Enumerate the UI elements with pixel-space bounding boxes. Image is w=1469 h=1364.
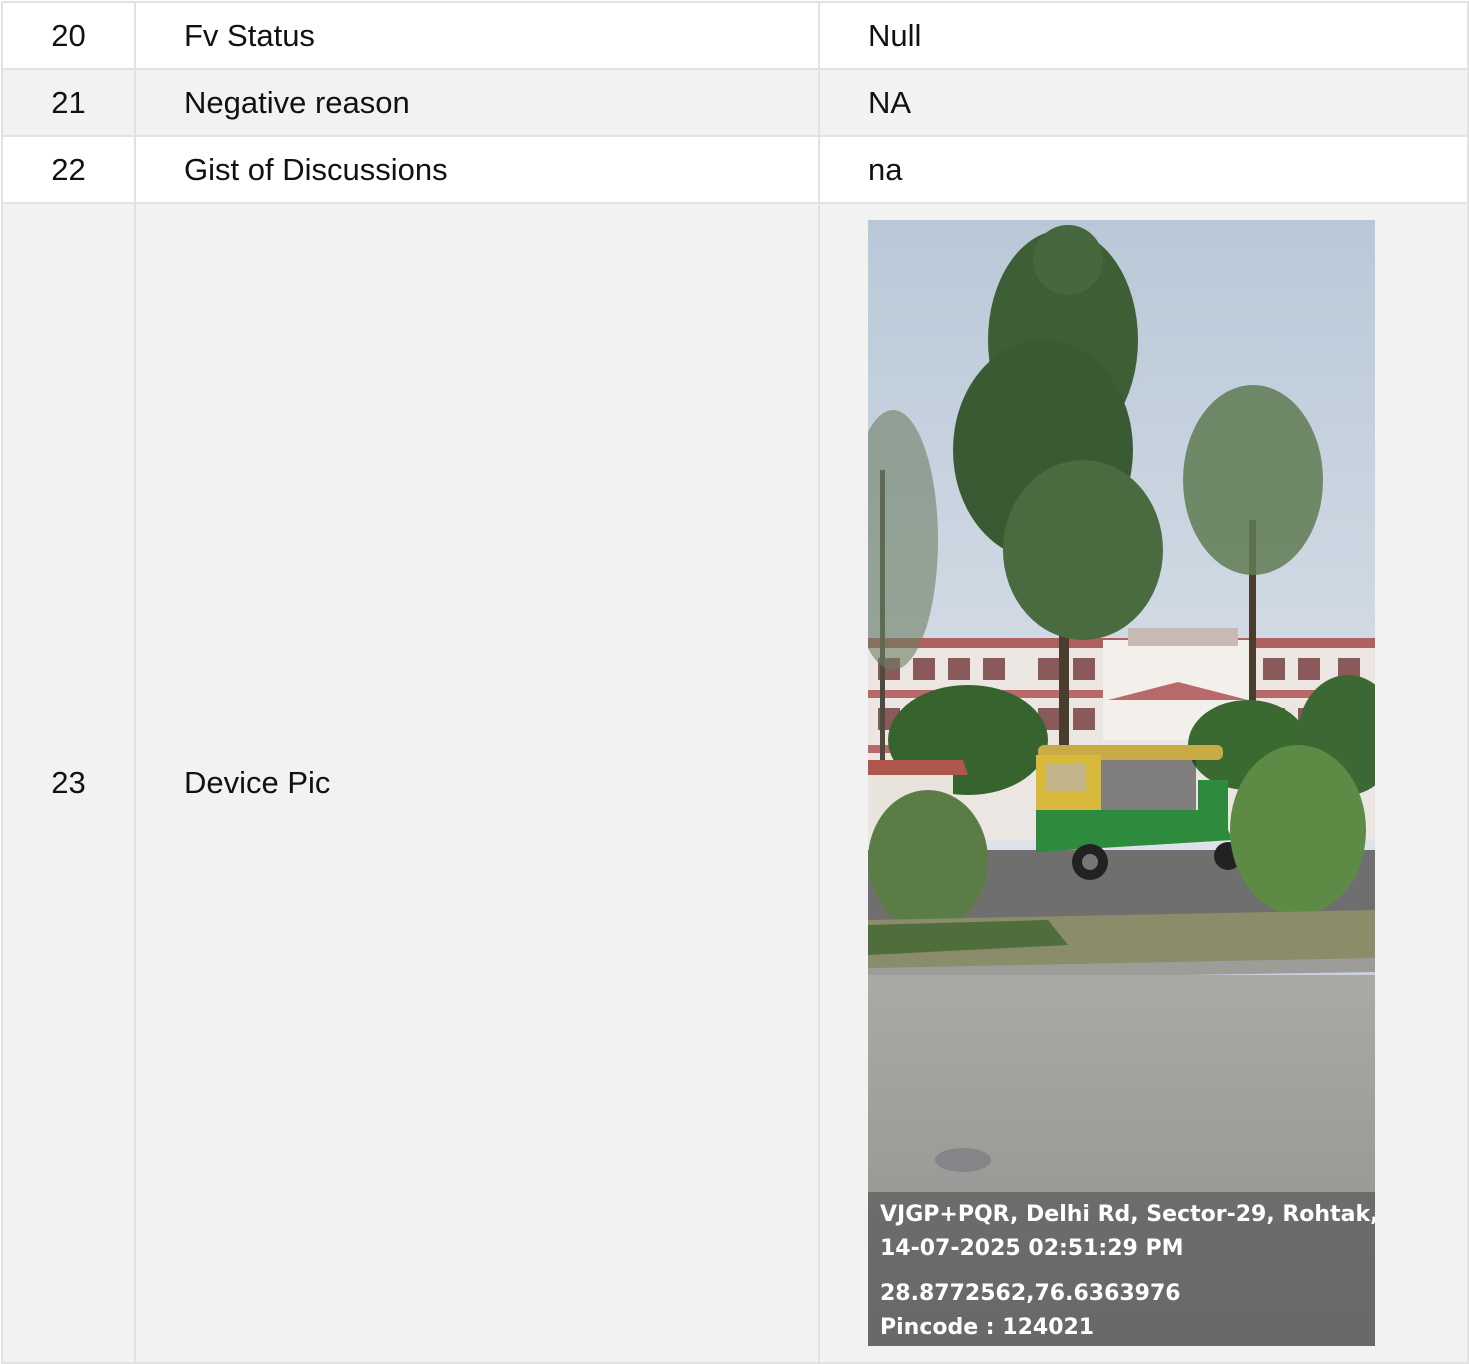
row-value: NA: [818, 68, 1469, 137]
hut-roof: [868, 760, 968, 775]
table-row-device-pic: 23 Device Pic VJGP+PQR, Delhi Rd, Sector…: [1, 202, 1469, 1364]
row-number: 23: [1, 202, 136, 1364]
details-table: 20 Fv Status Null 21 Negative reason NA …: [1, 1, 1469, 1364]
photo-geotag-stamp: VJGP+PQR, Delhi Rd, Sector-29, Rohtak, H…: [868, 1192, 1375, 1346]
table-row: 22 Gist of Discussions na: [1, 135, 1469, 204]
row-value: Null: [818, 1, 1469, 70]
bush: [868, 790, 988, 930]
stamp-pincode: Pincode : 124021: [880, 1315, 1095, 1340]
table-row: 20 Fv Status Null: [1, 1, 1469, 70]
stamp-datetime: 14-07-2025 02:51:29 PM: [880, 1236, 1184, 1261]
row-label: Gist of Discussions: [134, 135, 820, 204]
row-number: 22: [1, 135, 136, 204]
stamp-address: VJGP+PQR, Delhi Rd, Sector-29, Rohtak, H…: [880, 1202, 1375, 1227]
photo-scene: [868, 220, 1375, 1346]
stamp-coordinates: 28.8772562,76.6363976: [880, 1281, 1181, 1306]
row-label: Fv Status: [134, 1, 820, 70]
road-stain: [935, 1148, 991, 1172]
device-pic-cell: VJGP+PQR, Delhi Rd, Sector-29, Rohtak, H…: [818, 202, 1469, 1364]
row-number: 21: [1, 68, 136, 137]
table-row: 21 Negative reason NA: [1, 68, 1469, 137]
row-number: 20: [1, 1, 136, 70]
device-photo[interactable]: VJGP+PQR, Delhi Rd, Sector-29, Rohtak, H…: [868, 220, 1375, 1346]
row-value: na: [818, 135, 1469, 204]
bush: [1230, 745, 1366, 915]
row-label: Negative reason: [134, 68, 820, 137]
row-label: Device Pic: [134, 202, 820, 1364]
